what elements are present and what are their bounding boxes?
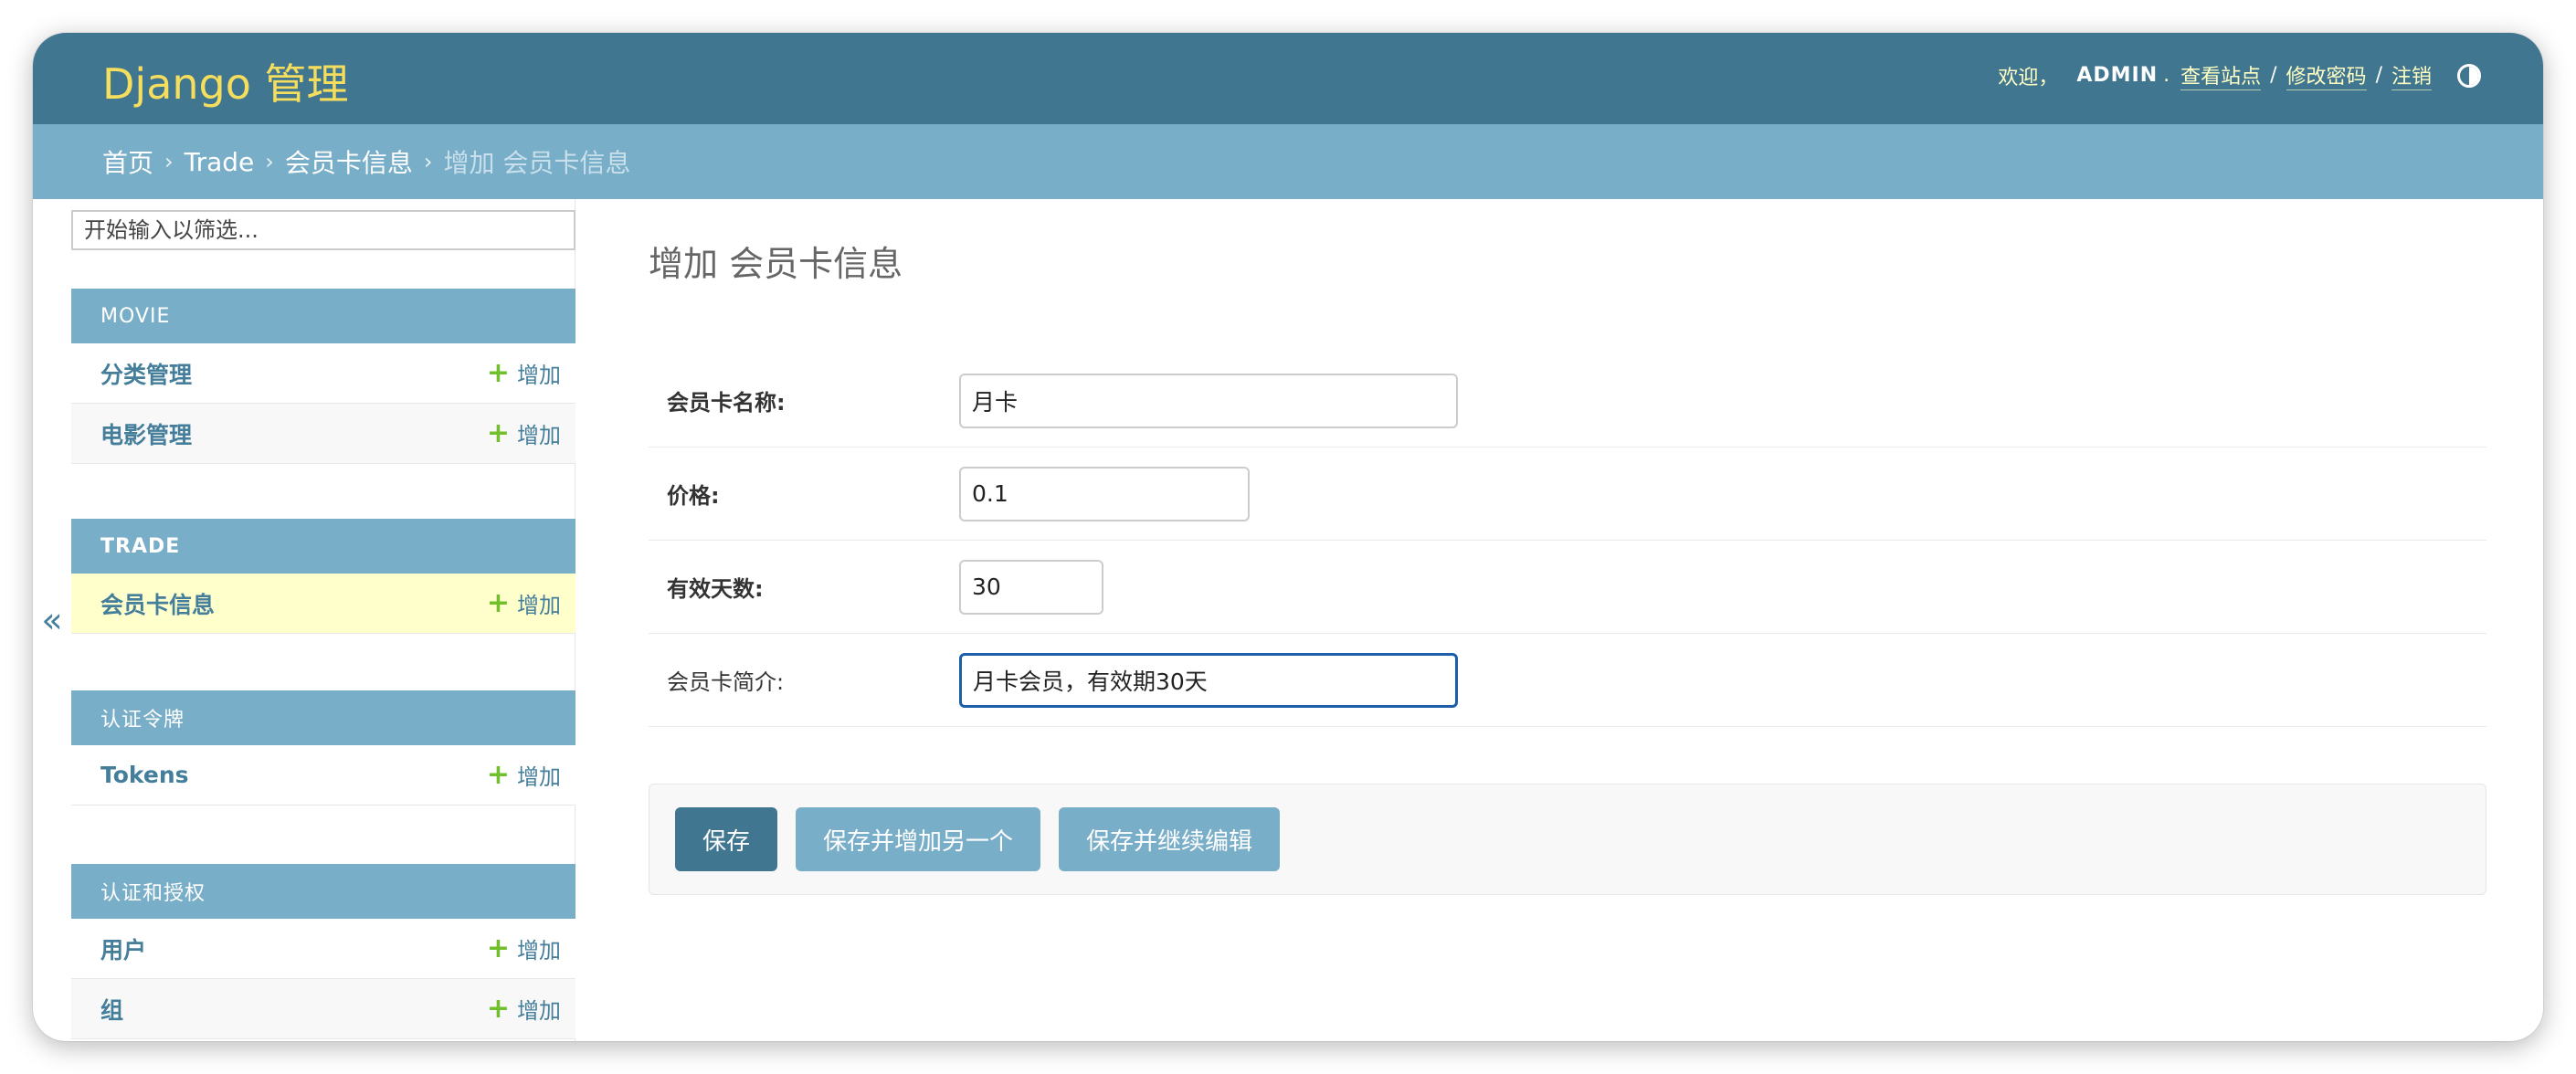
sidebar-item-users: 用户 + 增加	[71, 919, 575, 979]
model-link[interactable]: 分类管理	[100, 357, 192, 390]
sidebar-item-category: 分类管理 + 增加	[71, 343, 575, 404]
username: ADMIN	[2076, 64, 2159, 87]
dot: .	[2163, 64, 2170, 87]
add-label: 增加	[517, 593, 561, 618]
site-brand[interactable]: Django 管理	[102, 51, 349, 111]
add-link[interactable]: + 增加	[487, 759, 561, 791]
add-link[interactable]: + 增加	[487, 417, 561, 449]
module-caption[interactable]: MOVIE	[71, 289, 575, 343]
sidebar-collapse-button[interactable]: «	[33, 199, 71, 1041]
plus-icon: +	[486, 932, 510, 964]
module-movie: MOVIE 分类管理 + 增加 电影管理 + 增加	[71, 289, 575, 464]
browser-window: Django 管理 欢迎， ADMIN. 查看站点 / 修改密码 / 注销 首页…	[33, 33, 2543, 1041]
nav-filter-input[interactable]	[71, 210, 575, 250]
module-caption[interactable]: 认证令牌	[71, 690, 575, 745]
description-input[interactable]	[959, 652, 1458, 708]
field-label: 有效天数:	[667, 576, 764, 602]
days-input[interactable]	[959, 559, 1103, 615]
form-row-price: 价格:	[649, 448, 2486, 541]
page-title: 增加 会员卡信息	[649, 244, 903, 284]
field-label: 会员卡名称:	[667, 390, 786, 416]
save-button[interactable]: 保存	[675, 807, 778, 871]
add-label: 增加	[517, 938, 561, 963]
sidebar-item-membership-card: 会员卡信息 + 增加	[71, 574, 575, 634]
theme-toggle-icon[interactable]	[2457, 63, 2481, 88]
add-label: 增加	[517, 363, 561, 388]
module-auth: 认证和授权 用户 + 增加 组 + 增加	[71, 864, 575, 1039]
plus-icon: +	[486, 356, 510, 389]
save-continue-button[interactable]: 保存并继续编辑	[1059, 807, 1281, 871]
add-link[interactable]: + 增加	[487, 932, 561, 964]
add-link[interactable]: + 增加	[487, 357, 561, 389]
breadcrumb-separator: ›	[423, 149, 433, 174]
sidebar-item-groups: 组 + 增加	[71, 979, 575, 1039]
save-add-another-button[interactable]: 保存并增加另一个	[796, 807, 1041, 871]
module-caption[interactable]: TRADE	[71, 519, 575, 574]
form-row-name: 会员卡名称:	[649, 354, 2486, 448]
model-link[interactable]: 组	[100, 993, 123, 1026]
submit-row: 保存 保存并增加另一个 保存并继续编辑	[649, 784, 2486, 895]
add-link[interactable]: + 增加	[487, 587, 561, 619]
breadcrumb: 首页 › Trade › 会员卡信息 › 增加 会员卡信息	[33, 124, 2543, 199]
add-link[interactable]: + 增加	[487, 993, 561, 1025]
sidebar-item-movie: 电影管理 + 增加	[71, 404, 575, 464]
breadcrumb-home[interactable]: 首页	[102, 143, 153, 180]
separator: /	[2270, 64, 2277, 87]
plus-icon: +	[486, 992, 510, 1025]
module-trade: TRADE 会员卡信息 + 增加	[71, 519, 575, 634]
model-link[interactable]: Tokens	[100, 762, 189, 788]
breadcrumb-model[interactable]: 会员卡信息	[285, 143, 413, 180]
name-input[interactable]	[959, 373, 1458, 428]
field-label: 会员卡简介:	[667, 669, 785, 695]
add-label: 增加	[517, 423, 561, 448]
change-password-link[interactable]: 修改密码	[2286, 60, 2367, 90]
separator: /	[2375, 64, 2382, 87]
breadcrumb-separator: ›	[164, 149, 174, 174]
form-row-description: 会员卡简介:	[649, 634, 2486, 727]
sidebar-item-tokens: Tokens + 增加	[71, 745, 575, 806]
plus-icon: +	[486, 758, 510, 791]
breadcrumb-separator: ›	[265, 149, 274, 174]
model-link[interactable]: 电影管理	[100, 417, 192, 450]
module-caption[interactable]: 认证和授权	[71, 864, 575, 919]
price-input[interactable]	[959, 466, 1250, 521]
nav-sidebar: MOVIE 分类管理 +增加 电影管理 +增加 TRADE 会员卡信息 +增加 …	[71, 199, 575, 1041]
add-label: 增加	[517, 764, 561, 790]
module-authtoken: 认证令牌 Tokens + 增加	[71, 690, 575, 806]
model-link[interactable]: 用户	[100, 932, 146, 965]
plus-icon: +	[486, 586, 510, 619]
form-row-days: 有效天数:	[649, 541, 2486, 634]
view-site-link[interactable]: 查看站点	[2180, 60, 2262, 90]
model-link[interactable]: 会员卡信息	[100, 587, 215, 620]
plus-icon: +	[486, 416, 510, 449]
logout-link[interactable]: 注销	[2391, 60, 2432, 90]
add-label: 增加	[517, 998, 561, 1024]
breadcrumb-app[interactable]: Trade	[185, 147, 255, 177]
user-tools: 欢迎， ADMIN. 查看站点 / 修改密码 / 注销	[1998, 60, 2481, 90]
field-label: 价格:	[667, 483, 720, 509]
admin-header: Django 管理 欢迎， ADMIN. 查看站点 / 修改密码 / 注销	[33, 33, 2543, 124]
welcome-text: 欢迎，	[1998, 66, 2059, 90]
breadcrumb-current: 增加 会员卡信息	[443, 148, 631, 178]
